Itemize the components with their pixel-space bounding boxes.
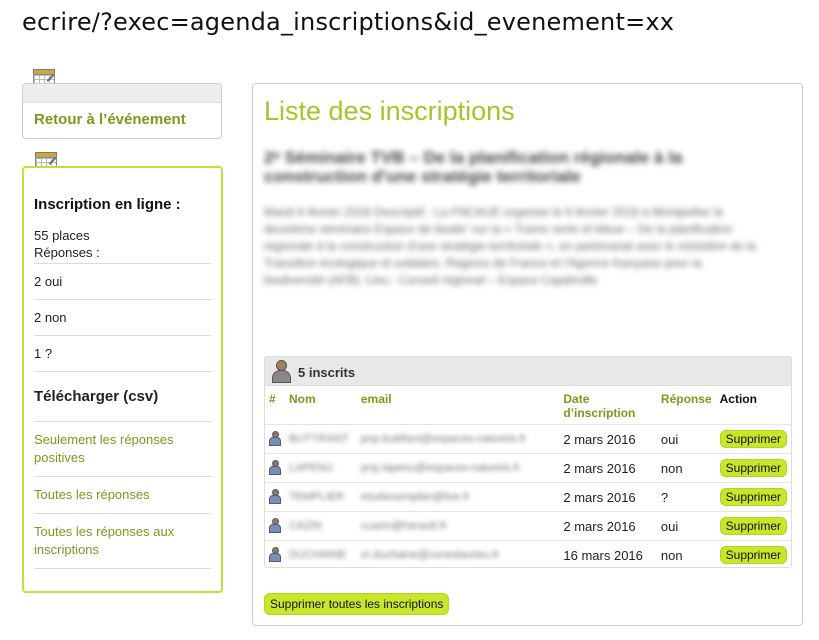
person-icon — [269, 488, 281, 504]
col-email: email — [360, 392, 392, 406]
col-reponse: Réponse — [660, 392, 712, 406]
places-info: 55 places Réponses : — [34, 227, 211, 261]
col-nom: Nom — [288, 392, 316, 406]
row-date: 16 mars 2016 — [559, 540, 657, 569]
row-nom: BUTTIFANT — [284, 424, 357, 454]
row-date: 2 mars 2016 — [559, 482, 657, 512]
delete-button[interactable]: Supprimer — [719, 546, 787, 564]
page-url: ecrire/?exec=agenda_inscriptions&id_even… — [22, 8, 675, 36]
registrations-count: 5 inscrits — [298, 365, 356, 380]
row-nom: LAPENU — [284, 453, 357, 483]
delete-button[interactable]: Supprimer — [719, 488, 787, 506]
registrations-table-box: 5 inscrits # Nom email Date d’inscriptio… — [264, 356, 792, 569]
table-header-bar: 5 inscrits — [265, 357, 791, 386]
person-icon — [269, 546, 281, 562]
sidebar-title: Inscription en ligne : — [34, 196, 181, 213]
download-positive-link[interactable]: Seulement les réponses positives — [34, 421, 211, 476]
row-email: ccazin@herault.fr — [356, 511, 560, 541]
delete-button[interactable]: Supprimer — [719, 430, 787, 448]
table-row: CAZIN ccazin@herault.fr 2 mars 2016 oui … — [265, 511, 791, 541]
row-email: m.duchaine@conedaurieu.fr — [356, 540, 560, 569]
row-email: pnp.lapenu@espaces-naturels.fr — [356, 453, 560, 483]
row-email: etudiexemplier@live.fr — [356, 482, 560, 512]
row-nom: TEMPLIER — [284, 482, 357, 512]
responses-label: Réponses : — [34, 245, 100, 260]
col-date: Date d’inscription — [563, 392, 636, 420]
row-email: pnp.buttifant@espaces-naturels.fr — [356, 424, 560, 454]
table-row: TEMPLIER etudiexemplier@live.fr 2 mars 2… — [265, 482, 791, 512]
back-to-event-link[interactable]: Retour à l’événement — [34, 111, 221, 128]
page-title: Liste des inscriptions — [264, 96, 515, 126]
person-icon — [271, 360, 291, 383]
delete-button[interactable]: Supprimer — [719, 459, 787, 477]
row-date: 2 mars 2016 — [559, 511, 657, 541]
event-title: 2ᵉ Séminaire TVB – De la planification r… — [264, 148, 683, 186]
table-row: BUTTIFANT pnp.buttifant@espaces-naturels… — [265, 424, 791, 454]
download-all-link[interactable]: Toutes les réponses — [34, 476, 211, 513]
places-count: 55 places — [34, 228, 90, 243]
maybe-count: 1 ? — [34, 335, 211, 371]
person-icon — [269, 459, 281, 475]
main-panel: Liste des inscriptions 2ᵉ Séminaire TVB … — [252, 83, 803, 626]
row-date: 2 mars 2016 — [559, 453, 657, 483]
row-reponse: non — [656, 453, 716, 483]
row-nom: DUCHAINE — [284, 540, 357, 569]
col-action: Action — [719, 392, 757, 406]
table-row: DUCHAINE m.duchaine@conedaurieu.fr 16 ma… — [265, 540, 791, 569]
row-nom: CAZIN — [284, 511, 357, 541]
table-row: LAPENU pnp.lapenu@espaces-naturels.fr 2 … — [265, 453, 791, 483]
yes-count: 2 oui — [34, 263, 211, 299]
registrations-table: # Nom email Date d’inscription Réponse A… — [265, 386, 791, 569]
row-date: 2 mars 2016 — [559, 424, 657, 454]
row-reponse: non — [656, 540, 716, 569]
event-description: Mardi 6 février 2018 Descriptif : La FNC… — [264, 205, 756, 287]
row-reponse: ? — [656, 482, 716, 512]
delete-all-button[interactable]: Supprimer toutes les inscriptions — [264, 593, 450, 615]
person-icon — [269, 430, 281, 446]
delete-button[interactable]: Supprimer — [719, 517, 787, 535]
back-box: Retour à l’événement — [22, 83, 222, 139]
download-all-inscriptions-link[interactable]: Toutes les réponses aux inscriptions — [34, 513, 211, 569]
row-reponse: oui — [656, 424, 716, 454]
person-icon — [269, 517, 281, 533]
download-title: Télécharger (csv) — [34, 371, 211, 421]
row-reponse: oui — [656, 511, 716, 541]
col-num: # — [269, 392, 276, 406]
inscription-sidebar: Inscription en ligne : 55 places Réponse… — [22, 166, 223, 593]
no-count: 2 non — [34, 299, 211, 335]
